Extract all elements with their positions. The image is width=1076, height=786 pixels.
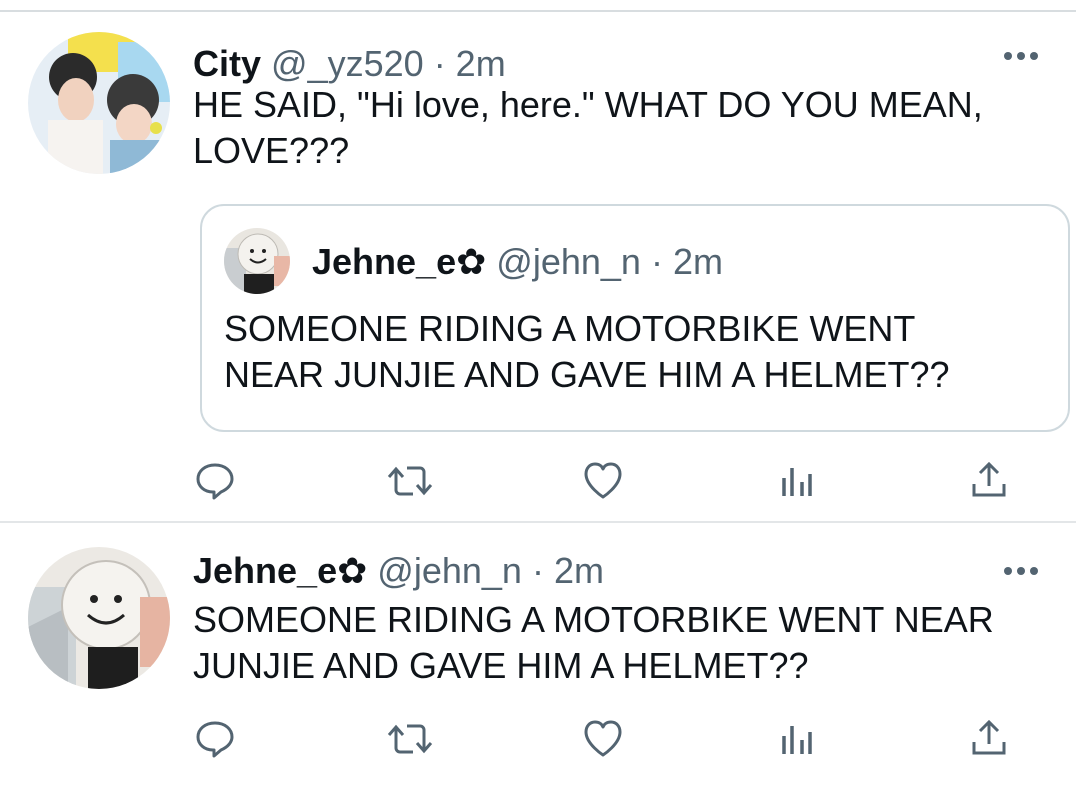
analytics-icon[interactable] [774, 458, 820, 504]
timestamp[interactable]: · 2m [532, 550, 604, 591]
tweet-actions [0, 716, 1076, 766]
timestamp[interactable]: · 2m [434, 43, 506, 84]
handle[interactable]: @_yz520 [271, 43, 424, 84]
quoted-tweet-text: SOMEONE RIDING A MOTORBIKE WENT NEAR JUN… [224, 308, 950, 395]
tweet-2[interactable]: Jehne_e✿ @jehn_n · 2m SOMEONE RIDING A M… [0, 523, 1076, 786]
retweet-icon[interactable] [387, 716, 433, 762]
tweet-text: SOMEONE RIDING A MOTORBIKE WENT NEAR JUN… [193, 599, 994, 686]
quoted-tweet[interactable]: Jehne_e✿ @jehn_n · 2m SOMEONE RIDING A M… [200, 204, 1070, 432]
display-name: Jehne_e✿ [312, 241, 487, 282]
handle: @jehn_n [496, 241, 641, 282]
display-name[interactable]: Jehne_e✿ [193, 550, 367, 591]
timestamp: · 2m [650, 241, 723, 282]
share-icon[interactable] [966, 458, 1012, 504]
more-options-icon[interactable] [1004, 52, 1038, 62]
quoted-tweet-header: Jehne_e✿ @jehn_n · 2m [312, 240, 723, 284]
tweet-header: City @_yz520 · 2m [193, 42, 506, 86]
tweet-actions [0, 458, 1076, 508]
tweet-header: Jehne_e✿ @jehn_n · 2m [193, 549, 604, 593]
display-name[interactable]: City [193, 43, 261, 84]
reply-icon[interactable] [192, 716, 238, 762]
tweet-1[interactable]: City @_yz520 · 2m HE SAID, "Hi love, her… [0, 12, 1076, 522]
avatar [224, 228, 290, 294]
retweet-icon[interactable] [387, 458, 433, 504]
like-icon[interactable] [580, 458, 626, 504]
analytics-icon[interactable] [774, 716, 820, 762]
handle[interactable]: @jehn_n [377, 550, 522, 591]
avatar[interactable] [28, 547, 170, 689]
share-icon[interactable] [966, 716, 1012, 762]
like-icon[interactable] [580, 716, 626, 762]
reply-icon[interactable] [192, 458, 238, 504]
more-options-icon[interactable] [1004, 567, 1038, 577]
avatar[interactable] [28, 32, 170, 174]
tweet-text: HE SAID, "Hi love, here." WHAT DO YOU ME… [193, 84, 983, 171]
